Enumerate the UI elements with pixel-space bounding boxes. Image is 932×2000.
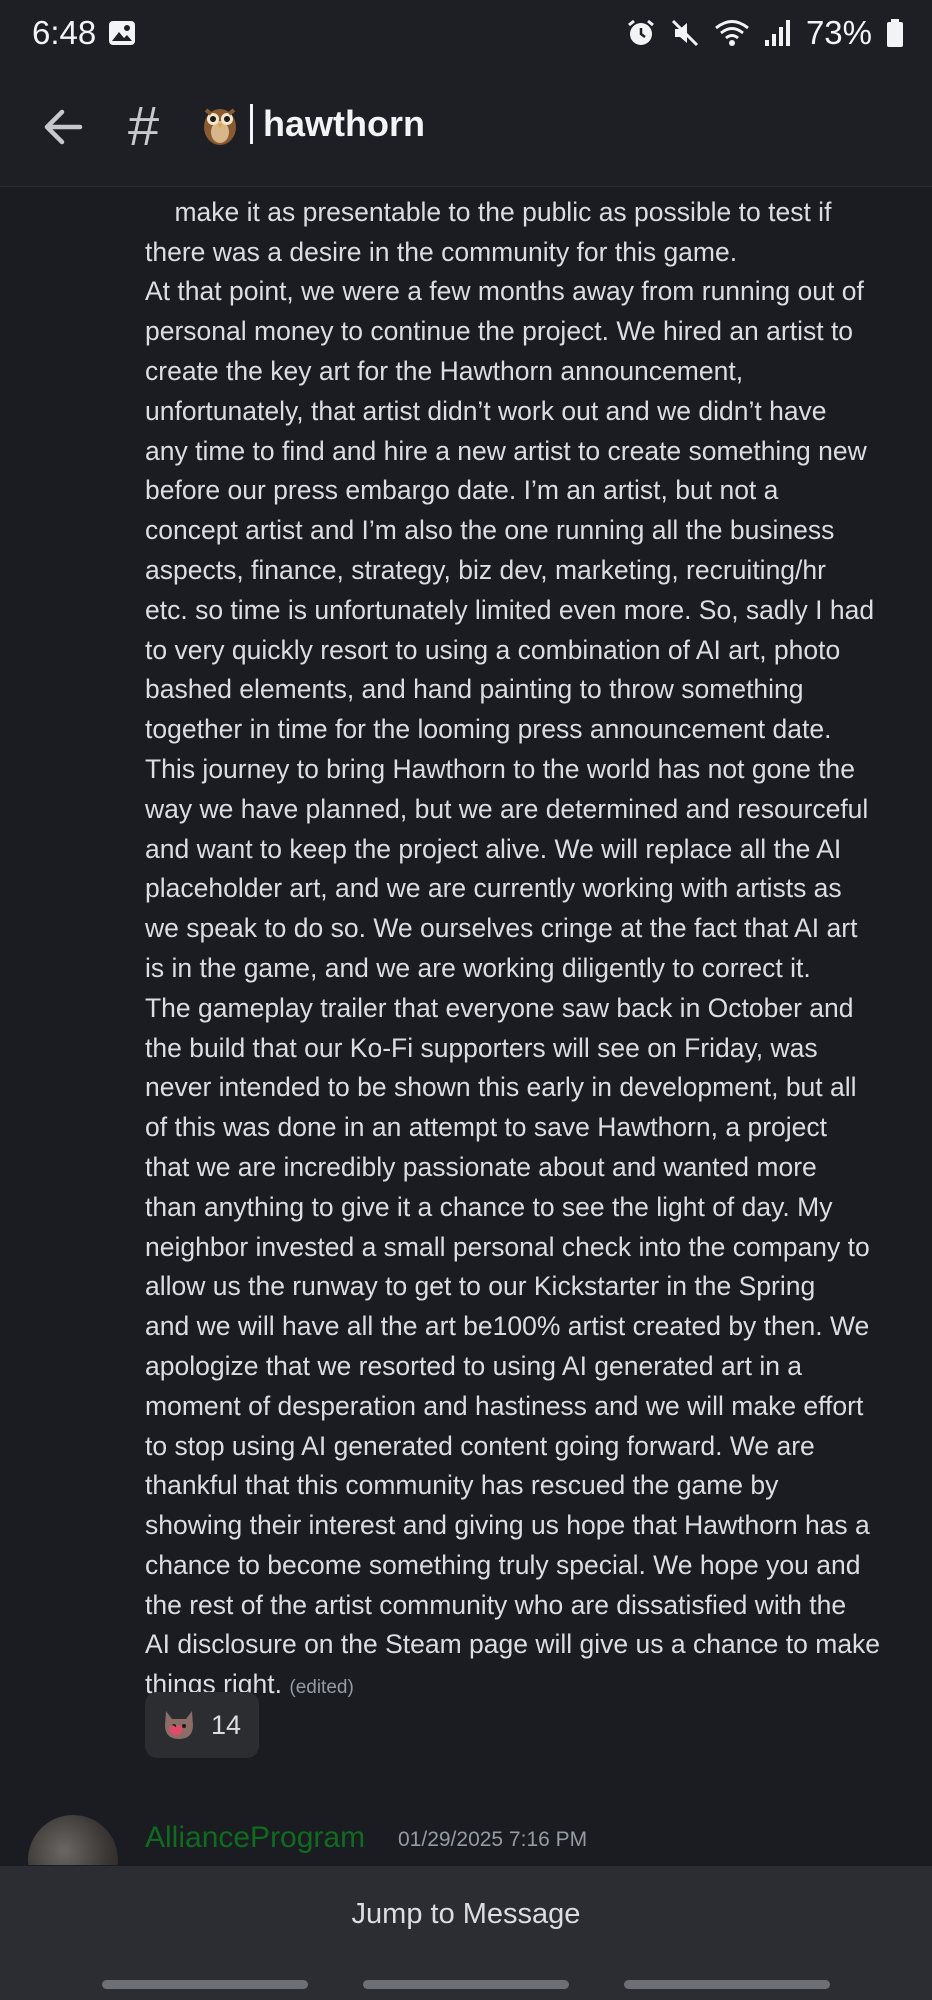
message-line: create the key art for the Hawthorn anno… — [145, 355, 744, 386]
status-bar: 6:48 73% — [0, 0, 932, 68]
message-line: chance to become something truly special… — [145, 1549, 861, 1580]
message-line: than anything to give it a chance to see… — [145, 1191, 833, 1222]
channel-name: hawthorn — [263, 103, 425, 144]
message-line: AI disclosure on the Steam page will giv… — [145, 1629, 881, 1660]
message-line: placeholder art, and we are currently wo… — [145, 873, 842, 904]
message-line: thankful that this community has rescued… — [145, 1470, 779, 1501]
message-line: personal money to continue the project. … — [145, 316, 854, 347]
gallery-icon — [109, 21, 135, 45]
message-line: way we have planned, but we are determin… — [145, 793, 869, 824]
reaction-count: 14 — [211, 1709, 242, 1740]
channel-header: # hawthorn — [0, 68, 932, 187]
message-line: of this was done in an attempt to save H… — [145, 1112, 828, 1143]
message-line: and want to keep the project alive. We w… — [145, 833, 842, 864]
message-line: the rest of the artist community who are… — [145, 1589, 847, 1620]
message-line: concept artist and I’m also the one runn… — [145, 515, 835, 546]
message-line: neighbor invested a small personal check… — [145, 1231, 870, 1262]
message-line: The gameplay trailer that everyone saw b… — [145, 992, 854, 1023]
message-line: At that point, we were a few months away… — [145, 276, 864, 307]
cat-heart-icon — [165, 1711, 193, 1739]
message-line: we speak to do so. We ourselves cringe a… — [145, 913, 858, 944]
message-line: any time to find and hire a new artist t… — [145, 435, 867, 466]
message-line: is in the game, and we are working dilig… — [145, 952, 811, 983]
battery-icon — [887, 19, 903, 47]
reaction-button[interactable]: 14 — [145, 1692, 259, 1758]
hash-icon: # — [128, 94, 160, 157]
nav-home-pill[interactable] — [363, 1980, 569, 1989]
status-time: 6:48 — [32, 14, 97, 51]
message-line: that we are incredibly passionate about … — [145, 1151, 817, 1182]
message-line: never intended to be shown this early in… — [145, 1072, 857, 1103]
channel-title[interactable]: hawthorn — [200, 102, 425, 146]
nav-back-pill[interactable] — [624, 1980, 830, 1989]
message-timestamp: 01/29/2025 7:16 PM — [398, 1828, 588, 1851]
title-separator — [250, 104, 253, 144]
message-line: to stop using AI generated content going… — [145, 1430, 815, 1461]
message-line: etc. so time is unfortunately limited ev… — [145, 594, 875, 625]
message-line: there was a desire in the community for … — [145, 236, 738, 267]
message-line: before our press embargo date. I’m an ar… — [145, 475, 779, 506]
message-line: showing their interest and giving us hop… — [145, 1510, 870, 1541]
message-line: unfortunately, that artist didn’t work o… — [145, 395, 827, 426]
message-line: This journey to bring Hawthorn to the wo… — [145, 753, 856, 784]
message-list[interactable]: make it as presentable to the public as … — [0, 187, 932, 1865]
message-line: allow us the runway to get to our Kickst… — [145, 1271, 816, 1302]
message-line: the build that our Ko-Fi supporters will… — [145, 1032, 818, 1063]
message-line: and we will have all the art be100% arti… — [145, 1311, 870, 1342]
jump-bar[interactable]: Jump to Message — [0, 1866, 932, 2000]
message-text: make it as presentable to the public as … — [145, 187, 905, 1748]
owl-icon — [204, 108, 236, 145]
status-icons: 73% — [626, 14, 904, 52]
arrow-left-icon[interactable] — [40, 104, 86, 150]
message-line: make it as presentable to the public as … — [174, 196, 832, 227]
alarm-icon — [628, 19, 654, 45]
message-line: moment of desperation and hastiness and … — [145, 1390, 864, 1421]
author-name[interactable]: AllianceProgram — [145, 1821, 365, 1855]
nav-recents-pill[interactable] — [102, 1980, 308, 1989]
signal-icon — [764, 20, 790, 46]
message-line: to very quickly resort to using a combin… — [145, 634, 841, 665]
message-line: apologize that we resorted to using AI g… — [145, 1350, 803, 1381]
jump-to-message-button[interactable]: Jump to Message — [0, 1898, 932, 1931]
message-line: together in time for the looming press a… — [145, 714, 832, 745]
message-line: bashed elements, and hand painting to th… — [145, 674, 804, 705]
battery-percent: 73% — [805, 14, 872, 51]
message-line: aspects, finance, strategy, biz dev, mar… — [145, 554, 826, 585]
avatar[interactable] — [28, 1815, 118, 1865]
message-lines: make it as presentable to the public as … — [145, 197, 880, 1699]
wifi-icon — [714, 20, 749, 46]
mute-icon — [671, 19, 698, 47]
edited-label: (edited) — [289, 1677, 354, 1699]
